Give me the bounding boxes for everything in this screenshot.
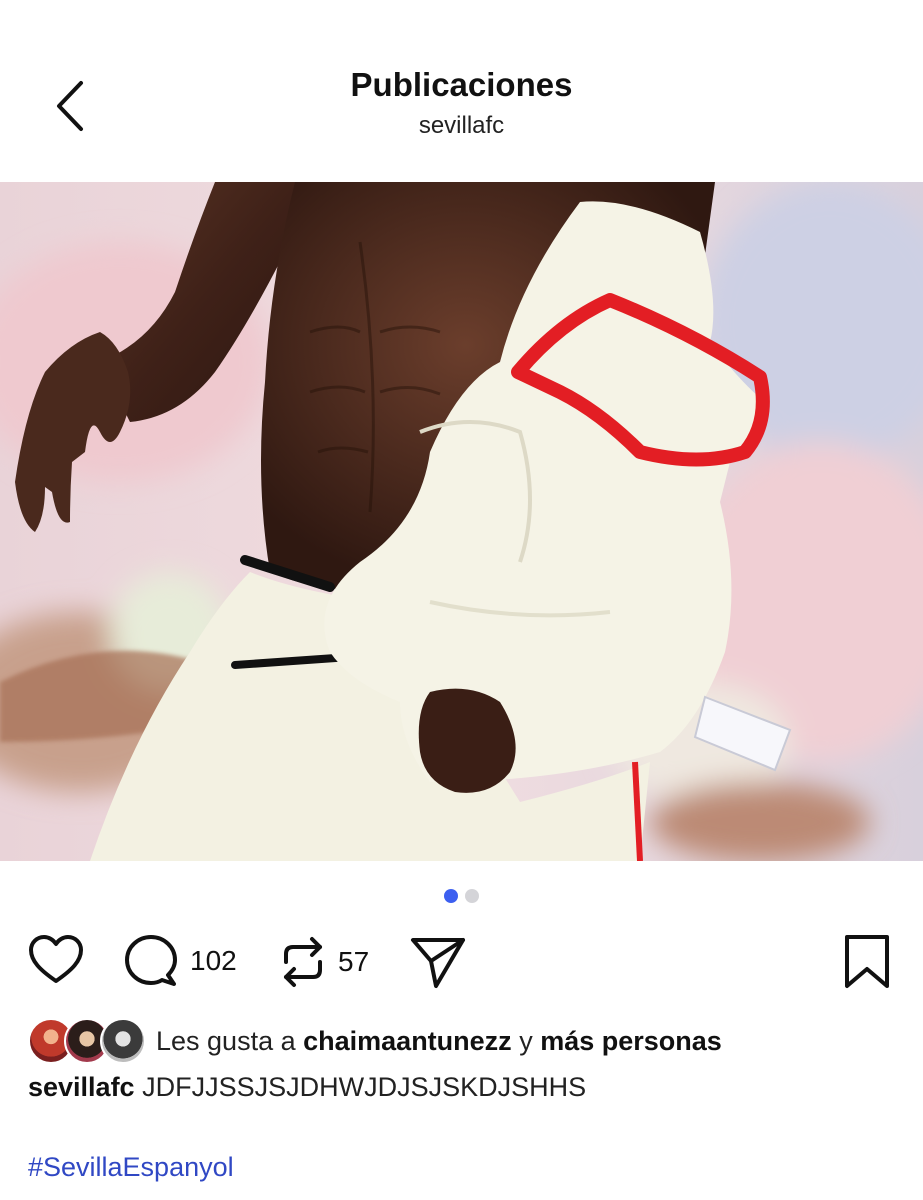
avatar [100, 1018, 146, 1064]
hashtag-link[interactable]: #SevillaEspanyol [28, 1152, 234, 1183]
caption-username[interactable]: sevillafc [28, 1072, 135, 1102]
likes-prefix: Les gusta a [156, 1025, 296, 1056]
liker-avatars [28, 1018, 148, 1064]
post-caption: sevillafc JDFJJSSJSJDHWJDJSJSKDJSHHS [28, 1072, 586, 1103]
comment-button[interactable]: 102 [124, 934, 237, 988]
like-button[interactable] [28, 934, 84, 986]
repost-count: 57 [338, 946, 370, 977]
pager-dot [465, 889, 479, 903]
post-actions: 102 57 [0, 930, 923, 994]
repost-button[interactable]: 57 [280, 934, 369, 990]
post-photo[interactable] [0, 182, 923, 861]
pager-dot-active [444, 889, 458, 903]
heart-icon [29, 935, 83, 983]
page-title: Publicaciones [350, 66, 573, 103]
caption-text: JDFJJSSJSJDHWJDJSJSKDJSHHS [142, 1072, 587, 1102]
carousel-pager [0, 889, 923, 903]
player-celebration-image [0, 182, 923, 861]
top-bar: Publicaciones sevillafc [0, 0, 923, 182]
likes-summary[interactable]: Les gusta a chaimaantunezz y más persona… [28, 1018, 722, 1064]
likes-connector: y [519, 1025, 533, 1056]
liker-username[interactable]: chaimaantunezz [303, 1026, 512, 1056]
page-subtitle-username[interactable]: sevillafc [0, 112, 923, 140]
bookmark-icon [845, 935, 889, 988]
comment-count: 102 [190, 945, 237, 976]
likes-others[interactable]: más personas [540, 1026, 722, 1056]
speech-bubble-icon [125, 935, 177, 986]
paper-plane-icon [411, 938, 465, 988]
repost-icon [284, 937, 322, 987]
save-button[interactable] [843, 934, 891, 990]
share-button[interactable] [410, 934, 466, 990]
likes-text: Les gusta a chaimaantunezz y más persona… [156, 1026, 722, 1057]
